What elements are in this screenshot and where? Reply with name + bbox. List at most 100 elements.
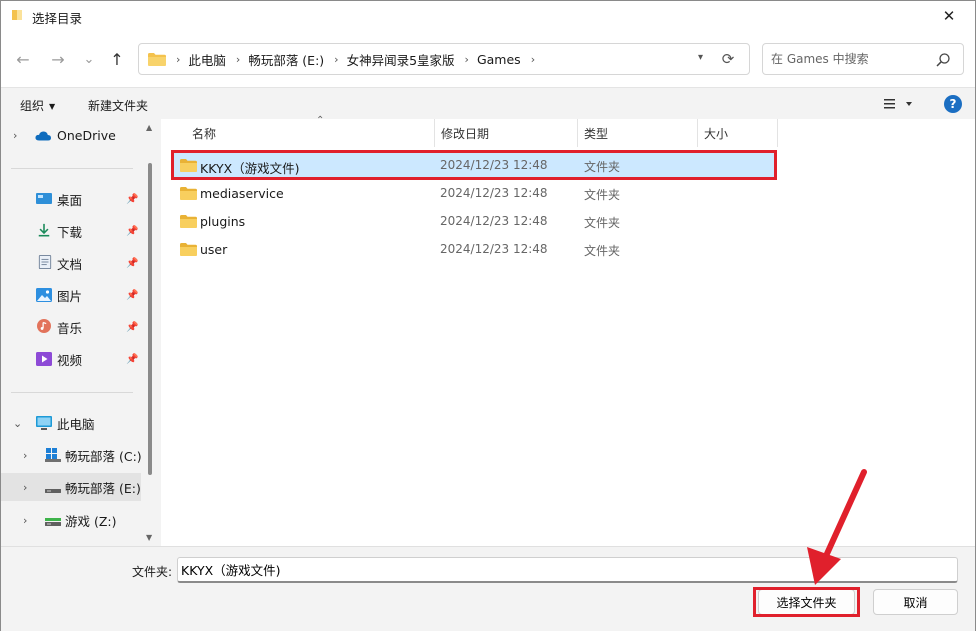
pin-icon[interactable]: 📌 <box>126 322 138 333</box>
breadcrumb-drive-e[interactable]: 畅玩部落 (E:) <box>248 50 324 69</box>
breadcrumb-separator-icon: › <box>176 52 181 66</box>
folder-picker-dialog: 选择目录 ✕ ← → ⌄ ↑ › 此电脑 › 畅玩部落 (E:) › 女神异闻录… <box>0 0 976 631</box>
scroll-down-icon[interactable]: ▼ <box>146 533 152 542</box>
sidebar-item-documents[interactable]: 文档 📌 <box>1 249 141 277</box>
folder-icon <box>180 187 197 200</box>
pin-icon[interactable]: 📌 <box>126 354 138 365</box>
expand-chevron-icon[interactable]: › <box>23 514 27 527</box>
view-options-icon[interactable] <box>882 97 912 111</box>
file-name: user <box>200 242 228 257</box>
scroll-up-icon[interactable]: ▲ <box>146 123 152 132</box>
breadcrumb-games[interactable]: Games <box>477 52 521 67</box>
collapse-chevron-icon[interactable]: ⌄ <box>13 417 22 430</box>
file-name: plugins <box>200 214 246 229</box>
new-folder-button[interactable]: 新建文件夹 <box>88 97 148 114</box>
sidebar-label: 畅玩部落 (C:) <box>65 448 142 464</box>
column-header-date[interactable]: 修改日期 <box>435 119 578 147</box>
breadcrumb-separator-icon: › <box>464 52 469 66</box>
download-icon <box>38 223 50 237</box>
arrow-up-icon: ↑ <box>110 49 124 69</box>
column-label: 名称 <box>192 126 217 141</box>
sidebar-item-music[interactable]: 音乐 📌 <box>1 313 141 341</box>
sidebar-label: 音乐 <box>57 320 83 336</box>
command-bar: 组织 ▼ 新建文件夹 ? <box>1 87 975 119</box>
pin-icon[interactable]: 📌 <box>126 290 138 301</box>
up-button[interactable]: ↑ <box>105 47 129 71</box>
sidebar-item-this-pc[interactable]: ⌄ 此电脑 <box>1 409 141 437</box>
sidebar-item-videos[interactable]: 视频 📌 <box>1 345 141 373</box>
arrow-left-icon: ← <box>16 49 30 69</box>
document-icon <box>38 255 52 269</box>
back-button[interactable]: ← <box>11 47 35 71</box>
file-row[interactable]: plugins 2024/12/23 12:48 文件夹 <box>173 208 775 234</box>
breadcrumb-this-pc[interactable]: 此电脑 <box>188 50 226 69</box>
file-name: mediaservice <box>200 186 284 201</box>
column-label: 大小 <box>704 126 729 141</box>
file-date: 2024/12/23 12:48 <box>440 186 548 200</box>
sidebar-item-onedrive[interactable]: › OneDrive <box>1 121 141 149</box>
sidebar-item-downloads[interactable]: 下载 📌 <box>1 217 141 245</box>
file-type: 文件夹 <box>584 216 621 230</box>
forward-button[interactable]: → <box>46 47 70 71</box>
folder-icon <box>148 52 166 66</box>
windows-drive-icon <box>45 448 61 462</box>
sidebar-label: 视频 <box>57 352 83 368</box>
sidebar-label: 文档 <box>57 256 83 272</box>
file-row[interactable]: mediaservice 2024/12/23 12:48 文件夹 <box>173 180 775 206</box>
chevron-down-icon: ⌄ <box>83 51 95 67</box>
sidebar-label: 此电脑 <box>57 416 95 432</box>
breadcrumb-separator-icon: › <box>235 52 241 66</box>
pin-icon[interactable]: 📌 <box>126 258 138 269</box>
close-icon: ✕ <box>942 7 956 25</box>
sidebar-label: 桌面 <box>57 192 83 208</box>
search-icon[interactable] <box>935 52 951 68</box>
address-history-chevron-icon[interactable]: ▾ <box>698 52 703 63</box>
desktop-icon <box>36 193 52 204</box>
new-folder-label: 新建文件夹 <box>88 99 149 113</box>
sidebar-label: 游戏 (Z:) <box>65 513 117 529</box>
recent-locations-button[interactable]: ⌄ <box>77 47 101 71</box>
file-row[interactable]: user 2024/12/23 12:48 文件夹 <box>173 236 775 262</box>
expand-chevron-icon[interactable]: › <box>13 129 17 142</box>
sidebar-item-drive-c[interactable]: › 畅玩部落 (C:) <box>1 441 142 469</box>
navigation-bar: ← → ⌄ ↑ › 此电脑 › 畅玩部落 (E:) › 女神异闻录5皇家版 › … <box>1 31 975 87</box>
sidebar-item-desktop[interactable]: 桌面 📌 <box>1 185 141 213</box>
file-date: 2024/12/23 12:48 <box>440 242 548 256</box>
close-button[interactable]: ✕ <box>937 5 961 27</box>
drive-icon <box>45 489 61 493</box>
breadcrumb-game-folder[interactable]: 女神异闻录5皇家版 <box>347 50 455 69</box>
column-label: 修改日期 <box>441 126 490 141</box>
folder-icon <box>180 243 197 256</box>
sidebar-item-drive-e[interactable]: › 畅玩部落 (E:) <box>1 473 141 501</box>
pin-icon[interactable]: 📌 <box>126 194 138 205</box>
folder-name-input[interactable] <box>181 562 941 577</box>
column-header-name[interactable]: ⌃ 名称 <box>173 115 435 147</box>
organize-menu-button[interactable]: 组织 ▼ <box>20 97 55 114</box>
breadcrumb-separator-icon: › <box>530 52 536 66</box>
breadcrumb-separator-icon: › <box>334 52 339 66</box>
arrow-right-icon: → <box>51 49 65 69</box>
expand-chevron-icon[interactable]: › <box>23 449 27 462</box>
app-icon <box>12 10 22 20</box>
caret-down-icon: ▼ <box>49 102 56 111</box>
column-header-type[interactable]: 类型 <box>578 119 698 147</box>
file-type: 文件夹 <box>584 244 621 258</box>
sidebar-item-pictures[interactable]: 图片 📌 <box>1 281 141 309</box>
column-header-size[interactable]: 大小 <box>698 119 778 147</box>
onedrive-cloud-icon <box>35 131 51 141</box>
cancel-button[interactable]: 取消 <box>873 589 958 615</box>
sidebar-item-drive-z[interactable]: › 游戏 (Z:) <box>1 506 141 534</box>
highlight-box-selected-folder <box>171 150 777 180</box>
expand-chevron-icon[interactable]: › <box>23 481 27 494</box>
sidebar-scrollbar[interactable]: ▲ ▼ <box>145 119 157 546</box>
folder-field <box>177 557 958 583</box>
help-icon[interactable]: ? <box>944 95 962 113</box>
scrollbar-thumb[interactable] <box>148 163 152 475</box>
title-bar: 选择目录 ✕ <box>1 1 975 31</box>
sidebar-label: 畅玩部落 (E:) <box>65 480 141 496</box>
pictures-icon <box>36 288 52 302</box>
address-bar[interactable]: › 此电脑 › 畅玩部落 (E:) › 女神异闻录5皇家版 › Games › … <box>138 43 750 75</box>
refresh-button[interactable]: ⟳ <box>717 48 739 70</box>
search-input[interactable] <box>771 50 931 68</box>
pin-icon[interactable]: 📌 <box>126 226 138 237</box>
